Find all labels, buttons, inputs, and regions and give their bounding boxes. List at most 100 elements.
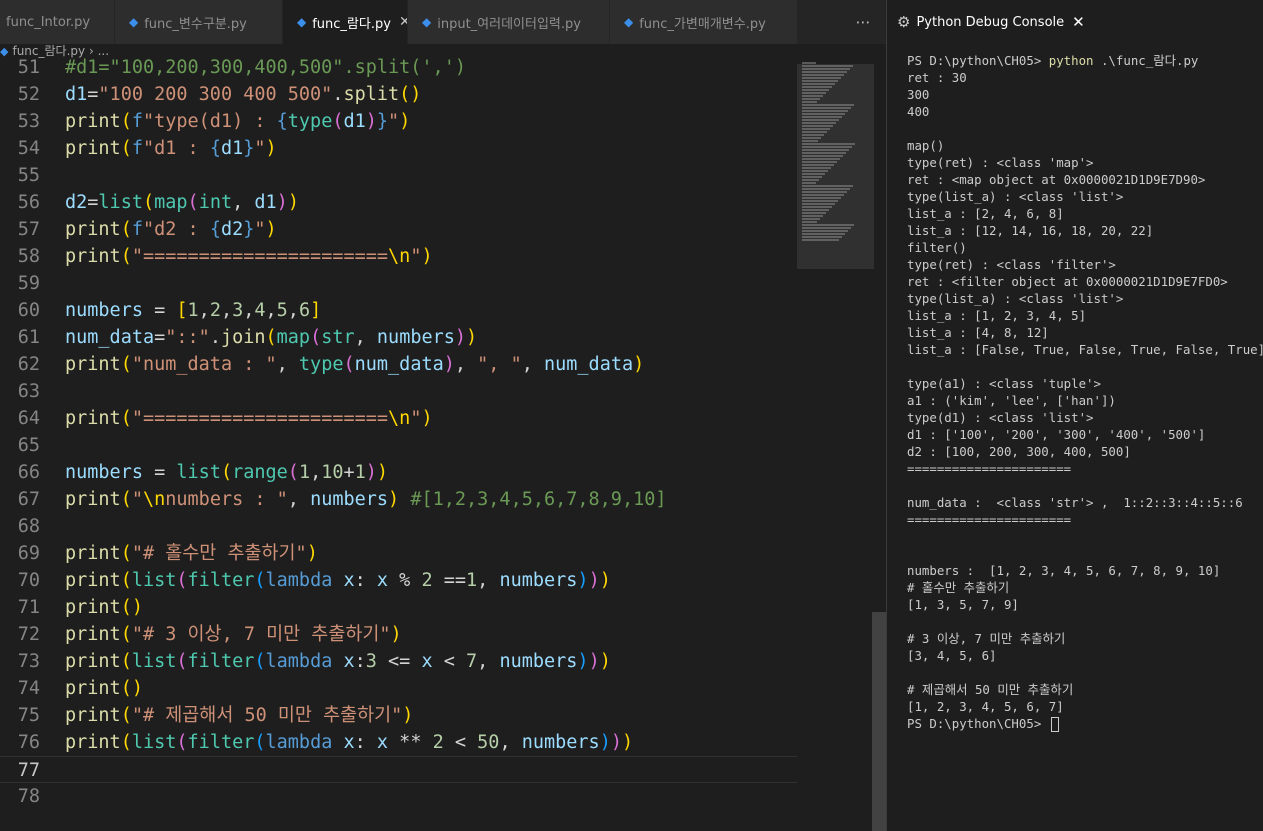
minimap-line [802,233,845,235]
more-actions-icon[interactable]: ⋯ [848,0,878,44]
code-token: + [343,462,355,483]
code-token: print [65,678,121,699]
code-line[interactable]: 78 [0,783,797,810]
code-line[interactable]: 68 [0,513,797,540]
code-token: "::" [165,327,210,348]
minimap[interactable] [797,44,874,831]
code-line[interactable]: 76 print(list(filter(lambda x: x ** 2 < 5… [0,729,797,756]
minimap-line [802,80,838,82]
minimap-line [802,104,854,106]
code-token: ( [120,651,132,672]
code-line[interactable]: 51 #d1="100,200,300,400,500".split(',') [0,54,797,81]
line-number: 74 [17,678,40,699]
code-token: d2 [220,219,244,240]
code-token: ) [466,327,478,348]
code-line[interactable]: 52 d1="100 200 300 400 500".split() [0,81,797,108]
code-line[interactable]: 74 print() [0,675,797,702]
code-line[interactable]: 61 num_data="::".join(map(str, numbers)) [0,324,797,351]
minimap-line [802,98,820,100]
bug-icon: ⚙ [897,13,911,31]
code-line[interactable]: 53 print(f"type(d1) : {type(d1)}") [0,108,797,135]
code-line[interactable]: 72 print("# 3 이상, 7 미만 추출하기") [0,621,797,648]
code-text: print() [65,594,143,621]
code-line[interactable]: 75 print("# 제곱해서 50 미만 추출하기") [0,702,797,729]
code-line[interactable]: 59 [0,270,797,297]
code-line[interactable]: 77 [0,756,797,783]
code-line[interactable]: 63 [0,378,797,405]
code-line[interactable]: 70 print(list(filter(lambda x: x % 2 ==1,… [0,567,797,594]
code-token: ( [332,111,344,132]
code-token: print [65,111,121,132]
terminal-output[interactable]: PS D:\python\CH05> python .\func_람다.py r… [907,52,1263,732]
code-token: " [410,408,422,429]
close-icon[interactable]: ✕ [399,14,407,30]
code-line[interactable]: 56 d2=list(map(int, d1)) [0,189,797,216]
code-token: , [276,354,299,375]
code-token: d1 [65,84,88,105]
close-icon[interactable]: ✕ [1072,13,1085,31]
minimap-line [802,188,850,190]
tab-python-debug-console[interactable]: ⚙ Python Debug Console ✕ [887,0,1087,44]
code-token: int [198,192,233,213]
code-token: " [254,219,266,240]
editor-tab[interactable]: ◆ func_변수구분.py [115,0,283,44]
line-number: 67 [17,489,40,510]
minimap-line [802,101,817,103]
minimap-line [802,185,853,187]
code-text: print(list(filter(lambda x: x ** 2 < 50,… [65,729,633,756]
python-file-icon: ◆ [297,15,307,29]
code-token: ) [443,354,455,375]
code-line[interactable]: 55 [0,162,797,189]
editor-tab[interactable]: ◆ func_람다.py ✕ [283,0,408,44]
minimap-line [802,110,848,112]
code-token: ] [310,300,322,321]
code-token: ( [120,138,132,159]
code-line[interactable]: 67 print("\nnumbers : ", numbers) #[1,2,3… [0,486,797,513]
editor-tab[interactable]: ◆ input_여러데이터입력.py [408,0,610,44]
code-line[interactable]: 66 numbers = list(range(1,10+1)) [0,459,797,486]
editor-tab[interactable]: func_Intor.py [0,0,115,44]
code-token: range [232,462,288,483]
editor-scrollbar[interactable] [872,612,886,831]
code-token: ( [265,327,277,348]
code-line[interactable]: 71 print() [0,594,797,621]
line-number: 51 [17,57,40,78]
code-token: } [243,219,255,240]
code-line[interactable]: 62 print("num_data : ", type(num_data), "… [0,351,797,378]
terminal-line: d2 : [100, 200, 300, 400, 500] [907,444,1131,459]
code-text: print(f"d1 : {d1}") [65,135,277,162]
minimap-line [802,230,848,232]
minimap-line [802,71,847,73]
minimap-line [802,191,847,193]
code-line[interactable]: 60 numbers = [1,2,3,4,5,6] [0,297,797,324]
code-line[interactable]: 57 print(f"d2 : {d2}") [0,216,797,243]
line-number: 54 [17,138,40,159]
code-editor[interactable]: 51 #d1="100,200,300,400,500".split(',') 52… [0,54,797,831]
code-token: ( [343,354,355,375]
code-token: ( [120,111,132,132]
line-number: 72 [17,624,40,645]
line-number: 62 [17,354,40,375]
code-line[interactable]: 69 print("# 홀수만 추출하기") [0,540,797,567]
code-token: < [432,651,467,672]
code-line[interactable]: 64 print("======================\n") [0,405,797,432]
code-text: print(list(filter(lambda x: x % 2 ==1, n… [65,567,611,594]
code-line[interactable]: 73 print(list(filter(lambda x:3 <= x < 7,… [0,648,797,675]
code-text: d1="100 200 300 400 500".split() [65,81,421,108]
code-token: } [243,138,255,159]
code-line[interactable]: 65 [0,432,797,459]
code-token: "# 3 이상, 7 미만 추출하기" [131,624,391,645]
code-token: list [131,570,177,591]
code-token: f [131,138,143,159]
editor-group: func_Intor.py ◆ func_변수구분.py ◆ func_람다.py ✕ ◆ i… [0,0,886,831]
code-token: join [220,327,266,348]
terminal-prompt: PS D:\python\CH05> [907,53,1049,68]
code-line[interactable]: 58 print("======================\n") [0,243,797,270]
terminal-line: [1, 2, 3, 4, 5, 6, 7] [907,699,1064,714]
code-token: x [332,732,355,753]
code-line[interactable]: 54 print(f"d1 : {d1}") [0,135,797,162]
editor-tab[interactable]: ◆ func_가변매개변수.py [610,0,798,44]
minimap-line [802,155,843,157]
line-number: 56 [17,192,40,213]
